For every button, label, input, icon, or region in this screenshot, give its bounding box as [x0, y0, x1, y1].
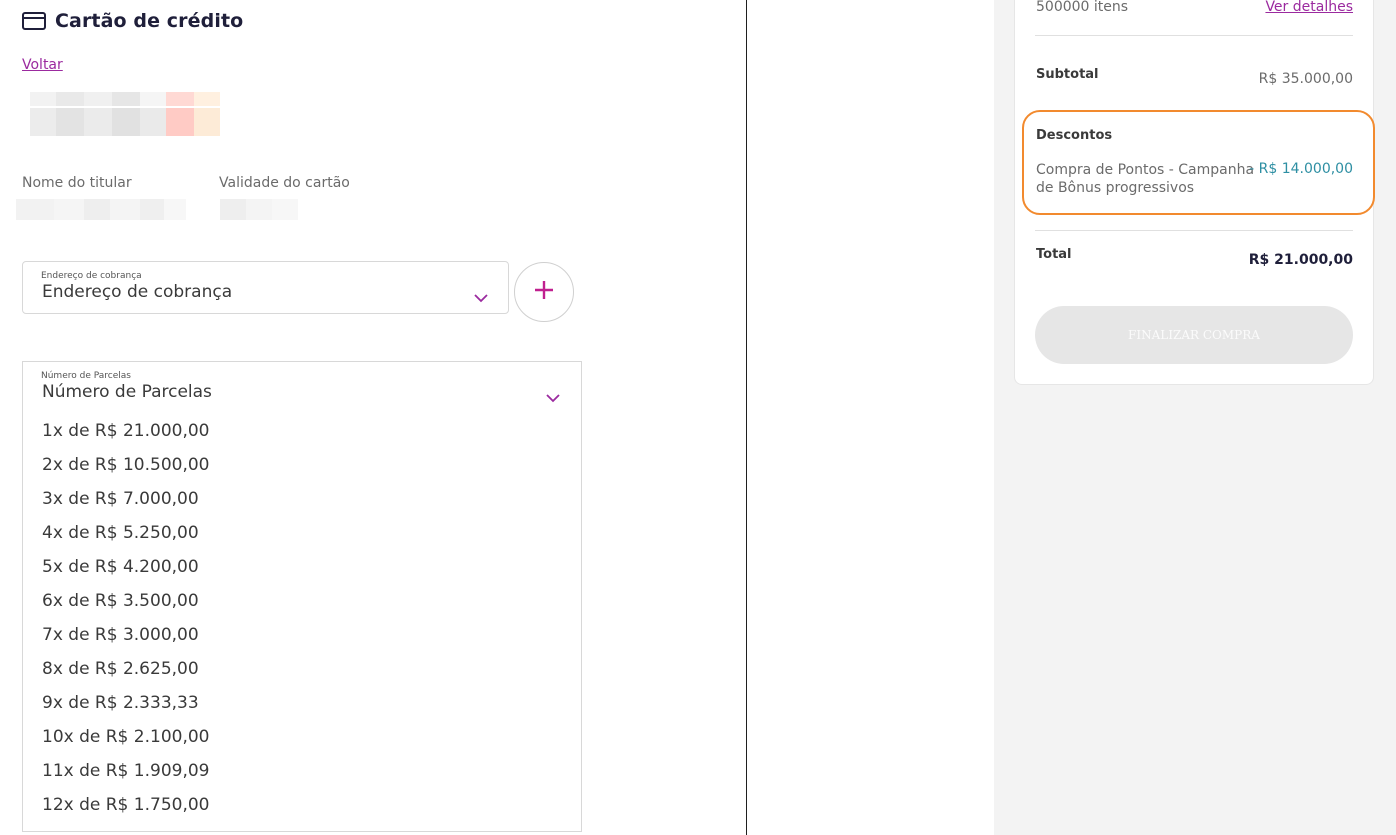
installment-option-7[interactable]: 7x de R$ 3.000,00: [42, 625, 199, 645]
plus-icon: [533, 279, 555, 305]
installment-option-12[interactable]: 12x de R$ 1.750,00: [42, 795, 210, 815]
credit-card-icon: [22, 12, 46, 30]
view-details-link[interactable]: Ver detalhes: [1265, 0, 1353, 15]
billing-address-select[interactable]: Endereço de cobrança Endereço de cobranç…: [22, 261, 509, 314]
installment-option-3[interactable]: 3x de R$ 7.000,00: [42, 489, 199, 509]
installment-option-10[interactable]: 10x de R$ 2.100,00: [42, 727, 210, 747]
billing-address-value: Endereço de cobrança: [42, 282, 233, 302]
installment-option-1[interactable]: 1x de R$ 21.000,00: [42, 421, 210, 441]
installment-option-4[interactable]: 4x de R$ 5.250,00: [42, 523, 199, 543]
installment-option-8[interactable]: 8x de R$ 2.625,00: [42, 659, 199, 679]
subtotal-label: Subtotal: [1036, 67, 1099, 82]
holder-label: Nome do titular: [22, 175, 132, 191]
finalize-purchase-button[interactable]: FINALIZAR COMPRA: [1035, 306, 1353, 364]
items-count: 500000 itens: [1036, 0, 1129, 15]
billing-address-mini-label: Endereço de cobrança: [41, 271, 142, 281]
redacted-holder-name: [16, 199, 186, 220]
chevron-down-icon: [474, 288, 488, 303]
section-header: Cartão de crédito: [22, 10, 243, 32]
page-title: Cartão de crédito: [55, 10, 244, 32]
subtotal-value: R$ 35.000,00: [1258, 71, 1353, 87]
installment-option-5[interactable]: 5x de R$ 4.200,00: [42, 557, 199, 577]
installments-select[interactable]: Número de Parcelas Número de Parcelas 1x…: [22, 361, 582, 832]
discount-highlight: [1022, 110, 1375, 215]
divider: [1035, 230, 1353, 231]
total-label: Total: [1036, 247, 1072, 262]
total-value: R$ 21.000,00: [1248, 252, 1353, 268]
installments-mini-label: Número de Parcelas: [41, 371, 131, 381]
add-address-button[interactable]: [514, 262, 574, 322]
chevron-down-icon: [546, 388, 560, 403]
installment-option-6[interactable]: 6x de R$ 3.500,00: [42, 591, 199, 611]
installment-option-11[interactable]: 11x de R$ 1.909,09: [42, 761, 210, 781]
installment-option-9[interactable]: 9x de R$ 2.333,33: [42, 693, 199, 713]
validity-label: Validade do cartão: [219, 175, 350, 191]
installments-value: Número de Parcelas: [42, 382, 212, 402]
divider: [1035, 35, 1353, 36]
installment-option-2[interactable]: 2x de R$ 10.500,00: [42, 455, 210, 475]
back-link[interactable]: Voltar: [22, 57, 63, 73]
redacted-validity: [220, 199, 298, 220]
